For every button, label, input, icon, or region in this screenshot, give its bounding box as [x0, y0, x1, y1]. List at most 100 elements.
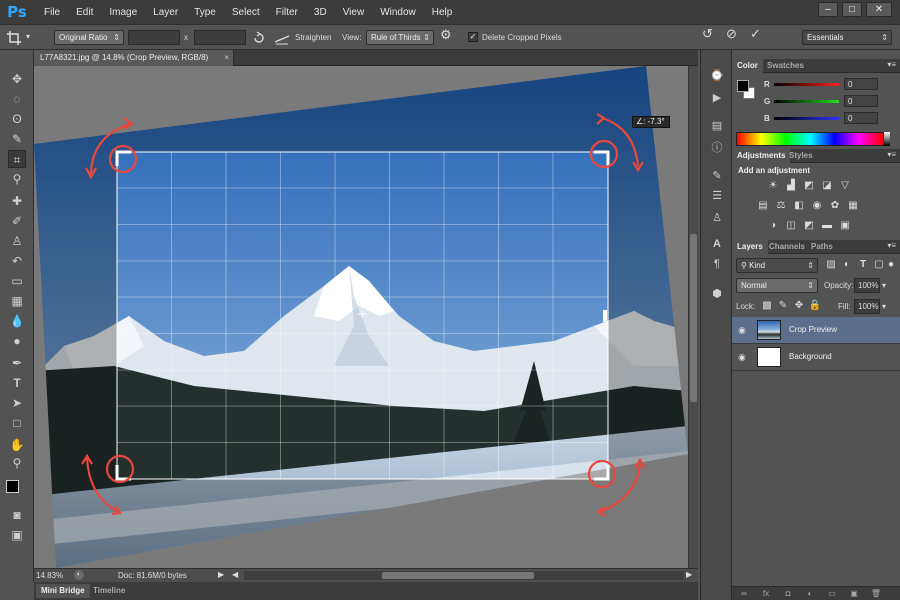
gradient-map-icon[interactable]: ▬: [820, 220, 834, 232]
color-balance-icon[interactable]: ⚖: [774, 200, 788, 212]
tab-timeline[interactable]: Timeline: [88, 584, 130, 598]
channel-mixer-icon[interactable]: ✿: [828, 200, 842, 212]
minimize-button[interactable]: –: [818, 2, 838, 17]
quick-mask-icon[interactable]: ◙: [8, 506, 26, 524]
vertical-scroll-thumb[interactable]: [690, 234, 697, 402]
color-foreground-swatch[interactable]: [737, 80, 749, 92]
delete-layer-icon[interactable]: 🗑: [870, 589, 882, 599]
panel-menu-icon[interactable]: ▾≡: [887, 241, 896, 250]
invert-icon[interactable]: ◑: [766, 220, 780, 232]
filter-type-icon[interactable]: T: [856, 259, 870, 271]
tab-paths[interactable]: Paths: [806, 240, 838, 254]
layer-style-icon[interactable]: fx: [760, 589, 772, 599]
quick-selection-tool-icon[interactable]: ✎: [8, 130, 26, 148]
panel-menu-icon[interactable]: ▾≡: [887, 60, 896, 69]
scroll-right-icon[interactable]: ▶: [686, 570, 692, 579]
layer-row-background[interactable]: ◉ Background: [732, 344, 900, 371]
document-tab[interactable]: L77A8321.jpg @ 14.8% (Crop Preview, RGB/…: [34, 50, 234, 66]
opacity-field[interactable]: 100%: [854, 278, 880, 293]
eyedropper-tool-icon[interactable]: ⚲: [8, 170, 26, 188]
menu-view[interactable]: View: [335, 7, 373, 18]
document-canvas[interactable]: ∠: -7.3°: [34, 66, 688, 568]
chevron-down-icon[interactable]: ▾: [26, 31, 30, 43]
tab-mini-bridge[interactable]: Mini Bridge: [36, 584, 90, 598]
layer-filter-dropdown[interactable]: ⚲ Kind: [736, 258, 818, 273]
swap-icon[interactable]: [252, 31, 266, 45]
brush-panel-icon[interactable]: ✎: [709, 168, 725, 184]
hue-saturation-icon[interactable]: ▤: [756, 200, 770, 212]
foreground-color-swatch[interactable]: [6, 480, 19, 493]
pen-tool-icon[interactable]: ✒: [8, 354, 26, 372]
curves-icon[interactable]: ◩: [802, 180, 816, 192]
eraser-tool-icon[interactable]: ▭: [8, 272, 26, 290]
straighten-button[interactable]: Straighten: [295, 32, 331, 44]
healing-brush-tool-icon[interactable]: ✚: [8, 192, 26, 210]
gradient-tool-icon[interactable]: ▦: [8, 292, 26, 310]
path-selection-tool-icon[interactable]: ➤: [8, 394, 26, 412]
channel-g-value[interactable]: 0: [844, 95, 878, 107]
crop-height-field[interactable]: [194, 30, 246, 45]
dodge-tool-icon[interactable]: ●: [8, 332, 26, 350]
visibility-eye-icon[interactable]: ◉: [738, 352, 748, 362]
history-panel-icon[interactable]: ⌚: [709, 68, 725, 84]
layer-row-crop-preview[interactable]: ◉ Crop Preview: [732, 317, 900, 344]
ratio-dropdown[interactable]: Original Ratio: [54, 30, 124, 45]
hand-tool-icon[interactable]: ✋: [8, 436, 26, 454]
screen-mode-icon[interactable]: ▣: [8, 526, 26, 544]
crop-tool-preset-icon[interactable]: [6, 30, 22, 46]
status-menu-icon[interactable]: ▶: [218, 570, 224, 579]
crop-handle-right[interactable]: [603, 310, 607, 322]
workspace-dropdown[interactable]: Essentials: [802, 30, 892, 45]
panel-menu-icon[interactable]: ▾≡: [887, 150, 896, 159]
layer-name[interactable]: Background: [789, 352, 832, 361]
brush-presets-icon[interactable]: ☰: [709, 188, 725, 204]
scroll-left-icon[interactable]: ◀: [232, 570, 238, 579]
tab-adjustments[interactable]: Adjustments: [732, 149, 791, 163]
properties-panel-icon[interactable]: ▤: [709, 118, 725, 134]
menu-type[interactable]: Type: [186, 7, 224, 18]
info-panel-icon[interactable]: ⓘ: [709, 140, 725, 156]
tab-color[interactable]: Color: [732, 59, 763, 73]
move-tool-icon[interactable]: ✥: [8, 70, 26, 88]
menu-edit[interactable]: Edit: [68, 7, 101, 18]
filter-toggle-icon[interactable]: ●: [884, 259, 898, 271]
channel-b-value[interactable]: 0: [844, 112, 878, 124]
lock-transparency-icon[interactable]: ▩: [760, 300, 774, 312]
brush-tool-icon[interactable]: ✐: [8, 212, 26, 230]
color-spectrum-ramp[interactable]: [736, 132, 884, 146]
straighten-icon[interactable]: [274, 31, 290, 45]
new-layer-icon[interactable]: ▣: [848, 589, 860, 599]
tab-swatches[interactable]: Swatches: [762, 59, 809, 73]
selective-color-icon[interactable]: ▣: [838, 220, 852, 232]
marquee-tool-icon[interactable]: ◌: [8, 90, 26, 108]
new-adjustment-layer-icon[interactable]: ◐: [804, 589, 816, 599]
horizontal-scroll-thumb[interactable]: [382, 572, 534, 579]
overlay-view-dropdown[interactable]: Rule of Thirds: [366, 30, 434, 45]
blend-mode-dropdown[interactable]: Normal: [736, 278, 818, 293]
delete-cropped-checkbox[interactable]: ✓: [468, 32, 478, 42]
photo-filter-icon[interactable]: ◉: [810, 200, 824, 212]
crop-tool-icon[interactable]: ⌗: [8, 150, 26, 168]
close-tab-icon[interactable]: ×: [224, 50, 229, 66]
color-lookup-icon[interactable]: ▦: [846, 200, 860, 212]
new-group-icon[interactable]: ▭: [826, 589, 838, 599]
zoom-level[interactable]: 14.83%: [36, 571, 63, 580]
commit-icon[interactable]: ✓: [750, 27, 761, 40]
add-mask-icon[interactable]: ◘: [782, 589, 794, 599]
chevron-down-icon[interactable]: ▾: [882, 301, 886, 313]
rectangle-tool-icon[interactable]: □: [8, 414, 26, 432]
menu-3d[interactable]: 3D: [306, 7, 335, 18]
menu-file[interactable]: File: [36, 7, 68, 18]
reset-icon[interactable]: ↺: [702, 27, 713, 40]
close-button[interactable]: ✕: [866, 2, 892, 17]
gear-icon[interactable]: ⚙: [440, 28, 452, 41]
menu-help[interactable]: Help: [424, 7, 461, 18]
chevron-down-icon[interactable]: ▾: [882, 280, 886, 292]
color-bw-ramp[interactable]: [884, 132, 890, 146]
tab-layers[interactable]: Layers: [732, 240, 768, 254]
filter-pixel-icon[interactable]: ▨: [824, 259, 838, 271]
channel-b-slider[interactable]: [774, 117, 839, 120]
channel-g-slider[interactable]: [774, 100, 839, 103]
lock-position-icon[interactable]: ✥: [792, 300, 806, 312]
clone-stamp-tool-icon[interactable]: ♙: [8, 232, 26, 250]
